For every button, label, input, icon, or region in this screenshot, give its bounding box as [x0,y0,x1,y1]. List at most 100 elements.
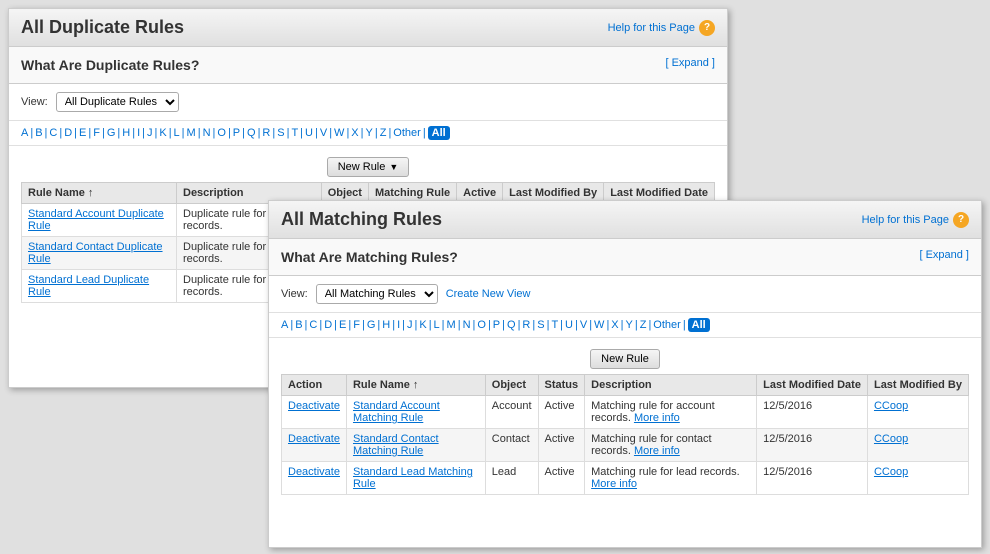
alpha-p[interactable]: P [233,127,240,139]
match-by-account[interactable]: CCoop [874,400,908,412]
match-rule-link-contact[interactable]: Standard Contact Matching Rule [353,433,439,457]
alpha-i[interactable]: I [137,127,140,139]
alpha-w[interactable]: W [334,127,344,139]
alpha-n[interactable]: N [203,127,211,139]
match-rule-link-account[interactable]: Standard Account Matching Rule [353,400,440,424]
match-col-rule-name[interactable]: Rule Name ↑ [346,375,485,396]
alpha-f[interactable]: F [93,127,100,139]
alpha-y[interactable]: Y [366,127,373,139]
dup-desc-box: What Are Duplicate Rules? [ Expand ] [9,47,727,84]
m-alpha-f[interactable]: F [353,319,360,331]
m-alpha-m[interactable]: M [447,319,456,331]
match-more-info-account[interactable]: More info [634,412,680,424]
m-alpha-k[interactable]: K [419,319,426,331]
match-help-label: Help for this Page [862,214,949,226]
match-create-new-view-link[interactable]: Create New View [446,288,531,300]
alpha-c[interactable]: C [49,127,57,139]
dup-new-rule-label: New Rule [338,161,386,173]
dup-rule-link-contact[interactable]: Standard Contact Duplicate Rule [28,241,163,265]
match-action-deactivate-account[interactable]: Deactivate [288,400,340,412]
match-by-contact[interactable]: CCoop [874,433,908,445]
dup-rule-link-lead[interactable]: Standard Lead Duplicate Rule [28,274,149,298]
alpha-u[interactable]: U [305,127,313,139]
m-alpha-j[interactable]: J [407,319,413,331]
alpha-d[interactable]: D [64,127,72,139]
alpha-g[interactable]: G [107,127,116,139]
m-alpha-h[interactable]: H [382,319,390,331]
table-row: Deactivate Standard Lead Matching Rule L… [282,462,969,495]
m-alpha-l[interactable]: L [434,319,440,331]
m-alpha-s[interactable]: S [537,319,544,331]
alpha-e[interactable]: E [79,127,86,139]
m-alpha-all[interactable]: All [688,318,710,332]
alpha-l[interactable]: L [174,127,180,139]
m-alpha-n[interactable]: N [463,319,471,331]
match-desc-account: Matching rule for account records. More … [585,396,757,429]
match-expand-link[interactable]: [ Expand ] [919,249,969,261]
m-alpha-p[interactable]: P [493,319,500,331]
m-alpha-z[interactable]: Z [640,319,647,331]
m-alpha-o[interactable]: O [477,319,486,331]
m-alpha-t[interactable]: T [551,319,558,331]
alpha-h[interactable]: H [122,127,130,139]
dup-col-rule-name[interactable]: Rule Name ↑ [22,183,177,204]
alpha-v[interactable]: V [320,127,327,139]
m-alpha-i[interactable]: I [397,319,400,331]
m-alpha-y[interactable]: Y [626,319,633,331]
alpha-a[interactable]: A [21,127,28,139]
alpha-m[interactable]: M [187,127,196,139]
dup-rule-link-account[interactable]: Standard Account Duplicate Rule [28,208,164,232]
match-table: Action Rule Name ↑ Object Status Descrip… [281,374,969,495]
match-action-deactivate-contact[interactable]: Deactivate [288,433,340,445]
m-alpha-g[interactable]: G [367,319,376,331]
dup-alpha-nav: A| B| C| D| E| F| G| H| I| J| K| L| M| N… [9,121,727,146]
m-alpha-x[interactable]: X [611,319,618,331]
alpha-k[interactable]: K [159,127,166,139]
table-row: Deactivate Standard Contact Matching Rul… [282,429,969,462]
m-alpha-b[interactable]: B [295,319,302,331]
match-more-info-contact[interactable]: More info [634,445,680,457]
match-desc-box: What Are Matching Rules? [ Expand ] [269,239,981,276]
match-status-contact: Active [538,429,585,462]
alpha-other[interactable]: Other [393,127,421,139]
alpha-j[interactable]: J [147,127,153,139]
dup-help-link[interactable]: Help for this Page ? [608,20,715,36]
m-alpha-other[interactable]: Other [653,319,681,331]
m-alpha-v[interactable]: V [580,319,587,331]
match-new-rule-button[interactable]: New Rule [590,349,660,369]
match-desc-lead: Matching rule for lead records. More inf… [585,462,757,495]
m-alpha-e[interactable]: E [339,319,346,331]
alpha-b[interactable]: B [35,127,42,139]
alpha-s[interactable]: S [277,127,284,139]
alpha-r[interactable]: R [262,127,270,139]
dup-view-label: View: [21,96,48,108]
alpha-z[interactable]: Z [380,127,387,139]
match-toolbar: View: All Matching Rules Create New View [269,276,981,313]
match-action-deactivate-lead[interactable]: Deactivate [288,466,340,478]
dup-view-select[interactable]: All Duplicate Rules [56,92,179,112]
dup-new-rule-button[interactable]: New Rule ▼ [327,157,410,177]
alpha-q[interactable]: Q [247,127,256,139]
m-alpha-a[interactable]: A [281,319,288,331]
help-icon: ? [699,20,715,36]
m-alpha-u[interactable]: U [565,319,573,331]
match-view-select[interactable]: All Matching Rules [316,284,438,304]
alpha-all[interactable]: All [428,126,450,140]
match-by-lead[interactable]: CCoop [874,466,908,478]
match-help-link[interactable]: Help for this Page ? [862,212,969,228]
alpha-t[interactable]: T [291,127,298,139]
m-alpha-r[interactable]: R [522,319,530,331]
alpha-x[interactable]: X [351,127,358,139]
dup-new-rule-bar: New Rule ▼ [21,152,715,182]
alpha-o[interactable]: O [217,127,226,139]
match-more-info-lead[interactable]: More info [591,478,637,490]
match-col-action: Action [282,375,347,396]
dup-expand-link[interactable]: [ Expand ] [665,57,715,69]
m-alpha-c[interactable]: C [309,319,317,331]
m-alpha-w[interactable]: W [594,319,604,331]
m-alpha-q[interactable]: Q [507,319,516,331]
dup-panel-header: All Duplicate Rules Help for this Page ? [9,9,727,47]
match-rule-link-lead[interactable]: Standard Lead Matching Rule [353,466,473,490]
match-date-contact: 12/5/2016 [757,429,868,462]
m-alpha-d[interactable]: D [324,319,332,331]
